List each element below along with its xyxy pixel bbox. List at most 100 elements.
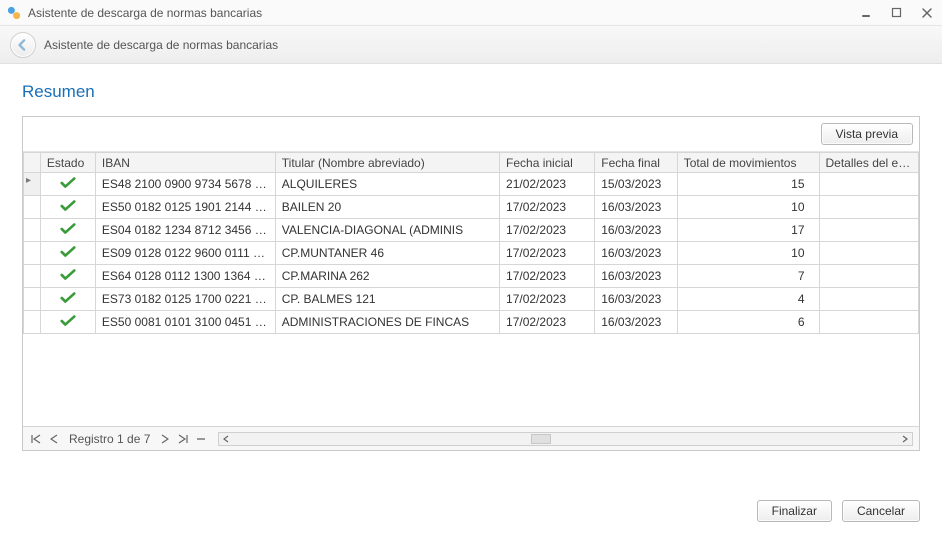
cell-total: 4: [677, 288, 819, 311]
horizontal-scrollbar[interactable]: [218, 432, 913, 446]
window-title: Asistente de descarga de normas bancaria…: [28, 6, 858, 20]
dialog-footer: Finalizar Cancelar: [757, 500, 920, 522]
header-fecha-inicial[interactable]: Fecha inicial: [500, 153, 595, 173]
cell-fecha-final: 16/03/2023: [595, 265, 678, 288]
cell-estado: [40, 196, 95, 219]
row-selector[interactable]: [24, 265, 41, 288]
row-selector[interactable]: [24, 242, 41, 265]
cell-fecha-inicial: 17/02/2023: [500, 219, 595, 242]
cell-titular: BAILEN 20: [275, 196, 499, 219]
header-detalles[interactable]: Detalles del error: [819, 153, 919, 173]
back-button[interactable]: [10, 32, 36, 58]
cell-iban: ES50 0182 0125 1901 2144 4444: [95, 196, 275, 219]
header-fecha-final[interactable]: Fecha final: [595, 153, 678, 173]
cell-estado: [40, 242, 95, 265]
cell-estado: [40, 219, 95, 242]
cell-total: 10: [677, 242, 819, 265]
cell-detalles: [819, 242, 919, 265]
header-estado[interactable]: Estado: [40, 153, 95, 173]
app-icon: [6, 5, 22, 21]
record-navigator: Registro 1 de 7: [23, 426, 919, 450]
check-icon: [60, 244, 76, 260]
cell-total: 6: [677, 311, 819, 334]
cell-titular: CP. BALMES 121: [275, 288, 499, 311]
cell-detalles: [819, 173, 919, 196]
cell-estado: [40, 173, 95, 196]
minimize-button[interactable]: [858, 6, 876, 20]
check-icon: [60, 175, 76, 191]
scroll-left-icon[interactable]: [219, 433, 233, 445]
cell-fecha-final: 15/03/2023: [595, 173, 678, 196]
cell-estado: [40, 311, 95, 334]
cell-iban: ES50 0081 0101 3100 0451 5102: [95, 311, 275, 334]
cell-detalles: [819, 288, 919, 311]
row-selector[interactable]: [24, 173, 41, 196]
cell-fecha-inicial: 17/02/2023: [500, 311, 595, 334]
scroll-thumb[interactable]: [531, 434, 551, 444]
summary-panel: Vista previa Estado IBAN Titular (Nombre…: [22, 116, 920, 451]
record-label: Registro 1 de 7: [69, 432, 150, 446]
nav-first-icon[interactable]: [29, 432, 43, 446]
cell-fecha-inicial: 17/02/2023: [500, 288, 595, 311]
cell-fecha-final: 16/03/2023: [595, 196, 678, 219]
cell-iban: ES48 2100 0900 9734 5678 9012: [95, 173, 275, 196]
check-icon: [60, 313, 76, 329]
cell-fecha-final: 16/03/2023: [595, 242, 678, 265]
cell-fecha-final: 16/03/2023: [595, 288, 678, 311]
panel-toolbar: Vista previa: [23, 117, 919, 152]
nav-minus-icon[interactable]: [194, 432, 208, 446]
row-selector[interactable]: [24, 219, 41, 242]
wizard-header: Asistente de descarga de normas bancaria…: [0, 26, 942, 64]
cell-fecha-inicial: 17/02/2023: [500, 242, 595, 265]
check-icon: [60, 221, 76, 237]
header-selector[interactable]: [24, 153, 41, 173]
cell-estado: [40, 265, 95, 288]
cell-iban: ES09 0128 0122 9600 0111 8444: [95, 242, 275, 265]
scroll-right-icon[interactable]: [898, 433, 912, 445]
wizard-title: Asistente de descarga de normas bancaria…: [44, 38, 278, 52]
cell-total: 15: [677, 173, 819, 196]
table-row[interactable]: ES09 0128 0122 9600 0111 8444CP.MUNTANER…: [24, 242, 919, 265]
finish-button[interactable]: Finalizar: [757, 500, 832, 522]
row-selector[interactable]: [24, 288, 41, 311]
titlebar: Asistente de descarga de normas bancaria…: [0, 0, 942, 26]
table-row[interactable]: ES64 0128 0112 1300 1364 2587CP.MARINA 2…: [24, 265, 919, 288]
cell-iban: ES04 0182 1234 8712 3456 7899: [95, 219, 275, 242]
window-controls: [858, 6, 936, 20]
header-titular[interactable]: Titular (Nombre abreviado): [275, 153, 499, 173]
header-total[interactable]: Total de movimientos: [677, 153, 819, 173]
cell-iban: ES73 0182 0125 1700 0221 4444: [95, 288, 275, 311]
nav-last-icon[interactable]: [176, 432, 190, 446]
check-icon: [60, 290, 76, 306]
cell-titular: CP.MUNTANER 46: [275, 242, 499, 265]
check-icon: [60, 267, 76, 283]
preview-button[interactable]: Vista previa: [821, 123, 913, 145]
cell-fecha-inicial: 17/02/2023: [500, 265, 595, 288]
cell-detalles: [819, 311, 919, 334]
cell-detalles: [819, 196, 919, 219]
cell-titular: CP.MARINA 262: [275, 265, 499, 288]
cell-total: 10: [677, 196, 819, 219]
row-selector[interactable]: [24, 311, 41, 334]
row-selector[interactable]: [24, 196, 41, 219]
table-row[interactable]: ES50 0081 0101 3100 0451 5102ADMINISTRAC…: [24, 311, 919, 334]
table-row[interactable]: ES50 0182 0125 1901 2144 4444BAILEN 2017…: [24, 196, 919, 219]
table-row[interactable]: ES73 0182 0125 1700 0221 4444CP. BALMES …: [24, 288, 919, 311]
close-button[interactable]: [918, 6, 936, 20]
cancel-button[interactable]: Cancelar: [842, 500, 920, 522]
check-icon: [60, 198, 76, 214]
nav-prev-icon[interactable]: [47, 432, 61, 446]
maximize-button[interactable]: [888, 6, 906, 20]
cell-estado: [40, 288, 95, 311]
cell-iban: ES64 0128 0112 1300 1364 2587: [95, 265, 275, 288]
cell-fecha-inicial: 21/02/2023: [500, 173, 595, 196]
grid[interactable]: Estado IBAN Titular (Nombre abreviado) F…: [23, 152, 919, 426]
nav-next-icon[interactable]: [158, 432, 172, 446]
table-row[interactable]: ES04 0182 1234 8712 3456 7899VALENCIA-DI…: [24, 219, 919, 242]
cell-titular: VALENCIA-DIAGONAL (ADMINIS: [275, 219, 499, 242]
cell-detalles: [819, 265, 919, 288]
cell-total: 17: [677, 219, 819, 242]
cell-total: 7: [677, 265, 819, 288]
table-row[interactable]: ES48 2100 0900 9734 5678 9012ALQUILERES2…: [24, 173, 919, 196]
header-iban[interactable]: IBAN: [95, 153, 275, 173]
